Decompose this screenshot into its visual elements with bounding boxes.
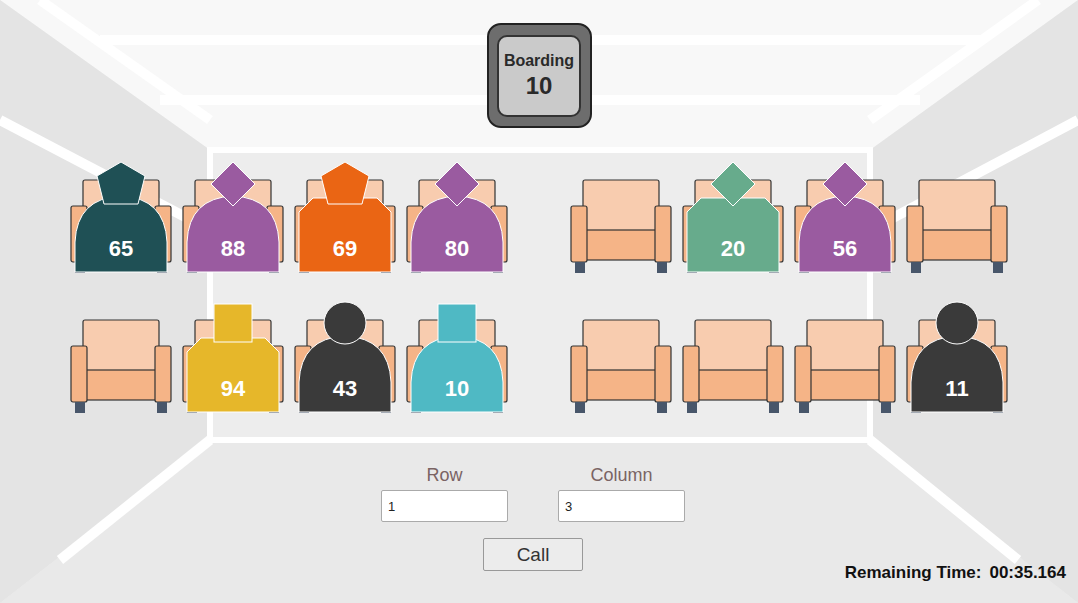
field-label: Column [590,465,652,486]
seat[interactable]: 20 [681,160,785,275]
passenger-number: 20 [721,236,745,261]
field-label: Row [426,465,462,486]
seat[interactable]: 56 [793,160,897,275]
seat-section: 2056 [569,160,1009,275]
passenger-body [299,198,391,272]
timer-label: Remaining Time: [845,563,982,583]
passenger[interactable]: 65 [75,162,167,272]
passenger-body [799,196,891,272]
passenger-number: 80 [445,236,469,261]
passenger-head [936,302,978,344]
remaining-time: Remaining Time: 00:35.164 [845,563,1078,583]
boarding-label: Boarding [504,52,574,70]
passenger-head [211,162,255,206]
passenger[interactable]: 11 [911,302,1003,412]
passenger-body [75,196,167,272]
seat[interactable]: 43 [293,300,397,415]
passenger-head [321,162,369,204]
boarding-display: Boarding 10 [497,35,581,117]
field-input[interactable] [381,490,508,522]
seat[interactable]: 11 [905,300,1009,415]
chair-icon [907,180,1007,273]
seat[interactable] [569,160,673,275]
passenger[interactable]: 43 [299,302,391,412]
seat[interactable]: 94 [181,300,285,415]
passenger-body [299,336,391,412]
seat[interactable]: 80 [405,160,509,275]
cabin: 65886980205694431011 [69,160,1009,415]
boarding-sign: Boarding 10 [487,23,592,128]
passenger-number: 69 [333,236,357,261]
passenger-head [324,302,366,344]
passenger-number: 94 [221,376,246,401]
passenger-head [823,162,867,206]
passenger[interactable]: 56 [799,162,891,272]
seat-section: 94 43 10 [69,300,509,415]
chair-icon [683,320,783,413]
passenger-body [187,196,279,272]
seat-row: 658869802056 [69,160,1009,275]
passenger[interactable]: 80 [411,162,503,272]
seat[interactable]: 69 [293,160,397,275]
field-input[interactable] [558,490,685,522]
seat[interactable]: 88 [181,160,285,275]
seat[interactable]: 65 [69,160,173,275]
passenger-number: 11 [945,376,968,401]
seat[interactable] [793,300,897,415]
seat-section: 65 88 69 80 [69,160,509,275]
passenger[interactable]: 69 [299,162,391,272]
chair-icon [571,180,671,273]
passenger-head [214,304,252,342]
passenger-body [411,336,503,412]
boarding-number: 10 [526,72,553,100]
passenger-body [411,196,503,272]
chair-icon [571,320,671,413]
passenger-head [711,162,755,206]
footer: CallRemaining Time:00:35.164 [0,538,1078,571]
seat[interactable] [569,300,673,415]
passenger-number: 56 [833,236,857,261]
passenger-body [911,336,1003,412]
passenger[interactable]: 88 [187,162,279,272]
form-field: Row [381,465,508,522]
passenger[interactable]: 20 [687,162,779,272]
form-field: Column [558,465,685,522]
seat[interactable] [69,300,173,415]
seat[interactable] [681,300,785,415]
passenger-body [687,198,779,272]
passenger-body [187,338,279,412]
call-form: Row Column [381,465,685,522]
passenger-number: 88 [221,236,245,261]
passenger[interactable]: 10 [411,304,503,412]
seat[interactable] [905,160,1009,275]
passenger-head [97,162,145,204]
seat-row: 94 43 10 11 [69,300,1009,415]
passenger-number: 10 [445,376,469,401]
seat[interactable]: 10 [405,300,509,415]
seat-section: 11 [569,300,1009,415]
passenger-number: 65 [109,236,133,261]
call-button[interactable]: Call [483,538,583,571]
passenger-head [438,304,476,342]
passenger[interactable]: 94 [187,304,279,412]
game-screen: Boarding1065886980205694431011RowColumnC… [0,0,1078,603]
passenger-head [435,162,479,206]
chair-icon [795,320,895,413]
passenger-number: 43 [333,376,357,401]
chair-icon [71,320,171,413]
timer-value: 00:35.164 [989,563,1066,583]
